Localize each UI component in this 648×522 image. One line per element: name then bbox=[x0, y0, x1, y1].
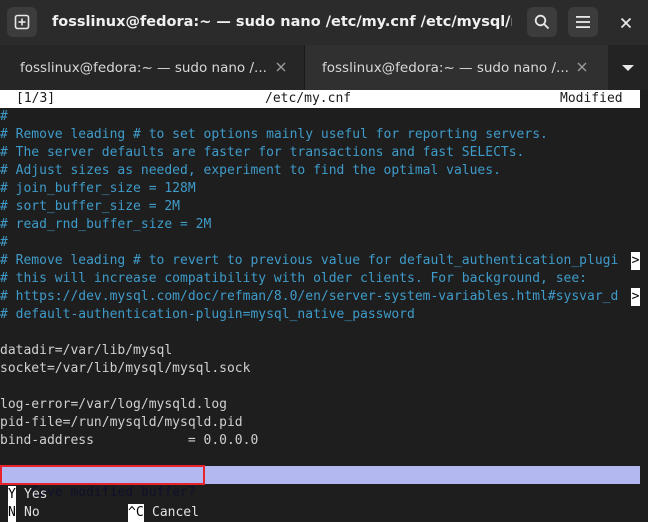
terminal-scrollbar[interactable] bbox=[640, 90, 648, 521]
window-title: fosslinux@fedora:~ — sudo nano /etc/my.c… bbox=[52, 14, 512, 30]
buffer-line[interactable]: # The server defaults are faster for tra… bbox=[0, 144, 640, 162]
tab-bar: fosslinux@fedora:~ — sudo nano /... foss… bbox=[0, 45, 648, 90]
nano-file-index: [1/3] bbox=[16, 91, 56, 106]
close-icon bbox=[620, 17, 632, 28]
option-key-yes[interactable]: Y bbox=[8, 486, 16, 504]
tab-list-dropdown[interactable] bbox=[608, 45, 648, 90]
buffer-line[interactable]: # this will increase compatibility with … bbox=[0, 270, 640, 288]
option-label-cancel[interactable]: Cancel bbox=[152, 504, 199, 522]
buffer-line[interactable]: # sort_buffer_size = 2M bbox=[0, 198, 640, 216]
search-icon bbox=[534, 14, 550, 30]
buffer-line[interactable]: socket=/var/lib/mysql/mysql.sock bbox=[0, 360, 640, 378]
window-close-button[interactable] bbox=[614, 0, 638, 45]
option-key-no[interactable]: N bbox=[8, 504, 16, 522]
hamburger-menu-icon bbox=[576, 16, 590, 28]
buffer-line[interactable]: # bbox=[0, 234, 640, 252]
new-tab-icon bbox=[14, 14, 30, 30]
buffer-line[interactable]: bind-address = 0.0.0.0 bbox=[0, 432, 640, 450]
option-label-no[interactable]: No bbox=[24, 504, 40, 522]
tab-close-icon[interactable] bbox=[575, 60, 589, 74]
line-overflow-marker: > bbox=[631, 252, 640, 270]
tab-label: fosslinux@fedora:~ — sudo nano /... bbox=[20, 59, 267, 76]
buffer-line[interactable]: pid-file=/run/mysqld/mysqld.pid bbox=[0, 414, 640, 432]
buffer-line[interactable] bbox=[0, 378, 640, 396]
header-bar: fosslinux@fedora:~ — sudo nano /etc/my.c… bbox=[0, 0, 648, 45]
new-tab-button[interactable] bbox=[7, 7, 37, 37]
option-key-cancel[interactable]: ^C bbox=[128, 504, 144, 522]
menu-button[interactable] bbox=[568, 7, 598, 37]
chevron-down-icon bbox=[622, 64, 634, 71]
line-overflow-marker: > bbox=[631, 288, 640, 306]
buffer-line[interactable]: # Adjust sizes as needed, experiment to … bbox=[0, 162, 640, 180]
buffer-line[interactable]: datadir=/var/lib/mysql bbox=[0, 342, 640, 360]
prompt-highlight-box bbox=[0, 465, 205, 485]
nano-status: Modified bbox=[560, 91, 623, 106]
tab-1[interactable]: fosslinux@fedora:~ — sudo nano /... bbox=[0, 45, 304, 90]
nano-filename: /etc/my.cnf bbox=[265, 91, 352, 106]
buffer-line[interactable]: # Remove leading # to revert to previous… bbox=[0, 252, 640, 270]
buffer-line[interactable]: log-error=/var/log/mysqld.log bbox=[0, 396, 640, 414]
nano-title-bar: [1/3] /etc/my.cnf Modified bbox=[0, 90, 640, 108]
tab-close-icon[interactable] bbox=[274, 60, 288, 74]
option-label-yes[interactable]: Yes bbox=[24, 486, 47, 504]
buffer-line[interactable]: # https://dev.mysql.com/doc/refman/8.0/e… bbox=[0, 288, 640, 306]
search-button[interactable] bbox=[527, 7, 557, 37]
buffer-line[interactable]: # default-authentication-plugin=mysql_na… bbox=[0, 306, 640, 324]
tab-label: fosslinux@fedora:~ — sudo nano /... bbox=[322, 59, 569, 76]
buffer-line[interactable]: # join_buffer_size = 128M bbox=[0, 180, 640, 198]
buffer-line[interactable]: # bbox=[0, 108, 640, 126]
save-prompt-text: Save modified buffer? bbox=[31, 485, 196, 500]
terminal-view[interactable]: [1/3] /etc/my.cnf Modified # # Remove lea… bbox=[0, 90, 648, 522]
buffer-line[interactable]: # read_rnd_buffer_size = 2M bbox=[0, 216, 640, 234]
buffer-line[interactable] bbox=[0, 324, 640, 342]
buffer-line[interactable]: # Remove leading # to set options mainly… bbox=[0, 126, 640, 144]
tab-2[interactable]: fosslinux@fedora:~ — sudo nano /... bbox=[305, 45, 608, 90]
